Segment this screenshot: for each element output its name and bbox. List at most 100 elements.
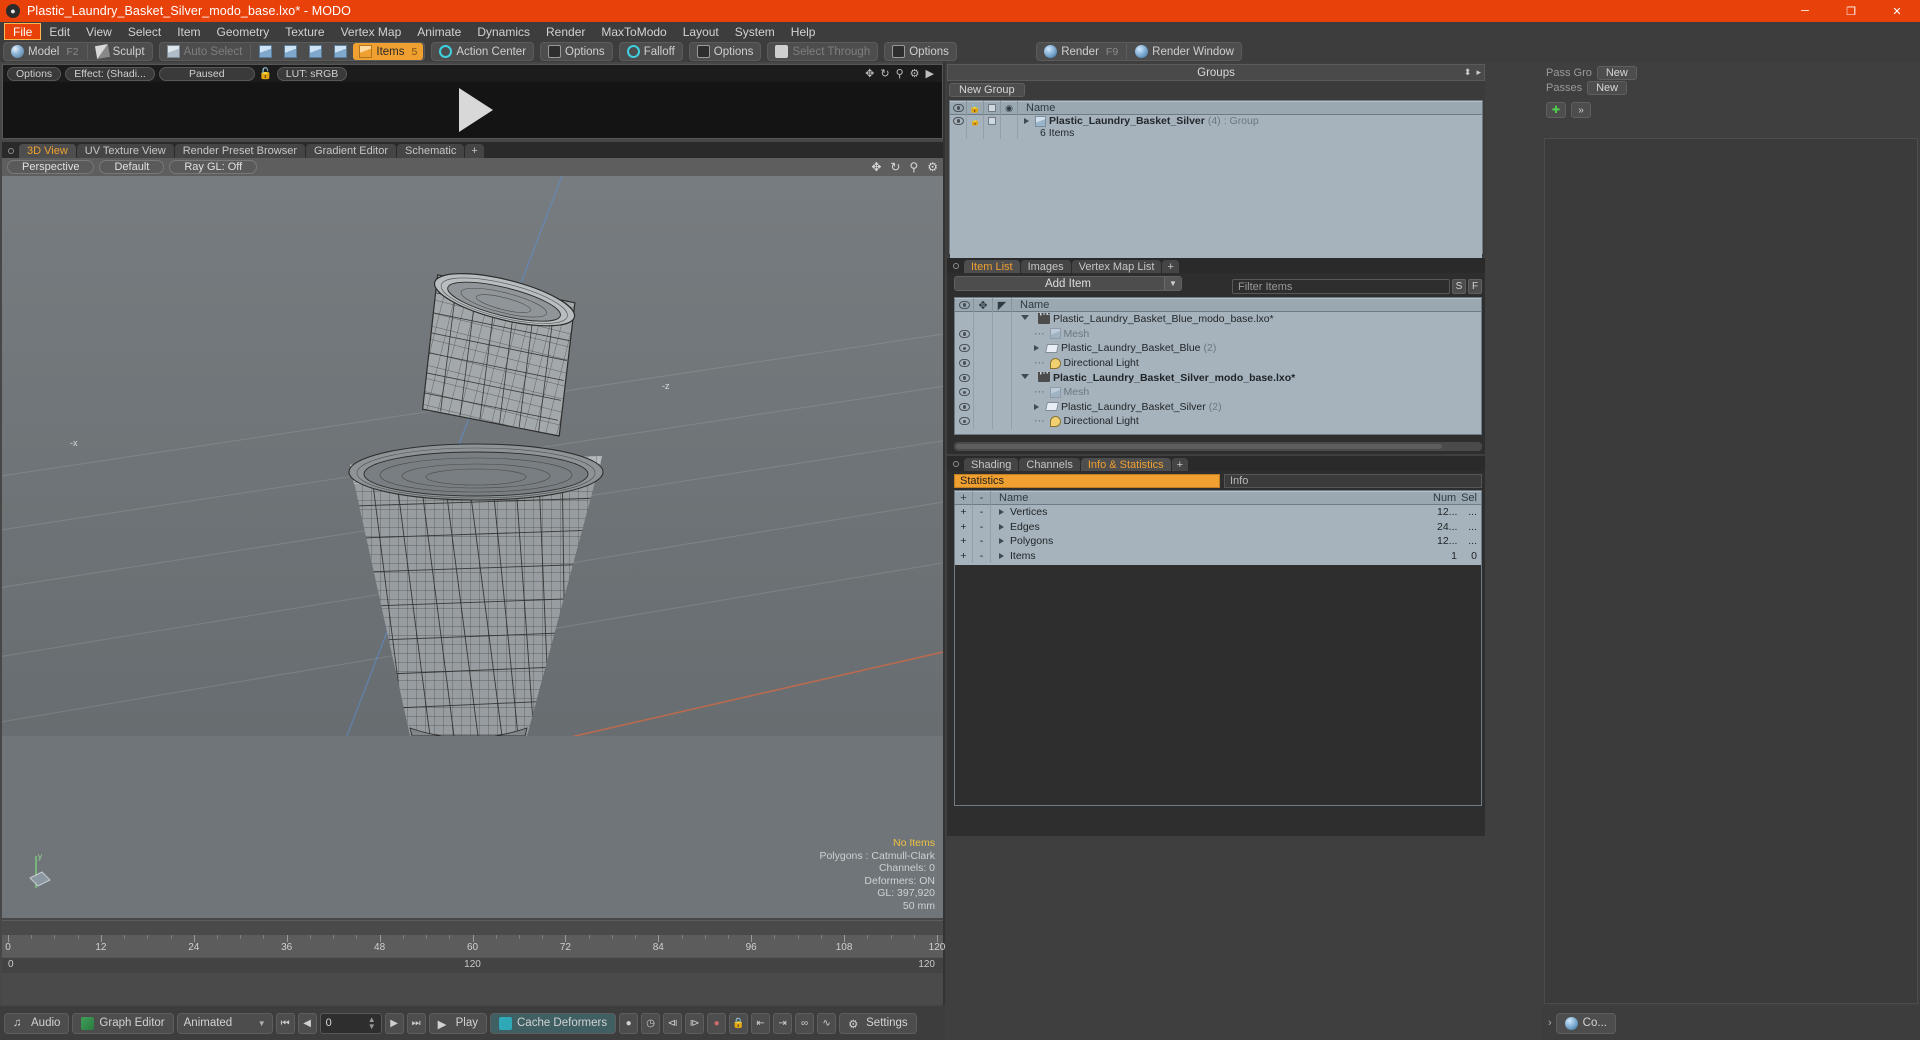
stat-minus-1[interactable]: - — [973, 519, 991, 535]
falloff-options-button[interactable]: Options — [691, 43, 760, 60]
passes-new-button[interactable]: New — [1587, 80, 1628, 95]
il-axis-1[interactable] — [993, 326, 1012, 342]
render-window-button[interactable]: Render Window — [1129, 43, 1240, 60]
key-icon[interactable]: ● — [619, 1012, 639, 1034]
menu-layout[interactable]: Layout — [675, 23, 727, 40]
collapse-triangle-icon[interactable] — [1021, 315, 1029, 323]
expand-triangle-icon[interactable] — [1034, 345, 1039, 352]
menu-texture[interactable]: Texture — [277, 23, 332, 40]
render-button[interactable]: Render F9 — [1038, 43, 1124, 60]
tab-item-list-add[interactable]: + — [1162, 260, 1179, 273]
select-through-options-button[interactable]: Options — [886, 43, 955, 60]
expand-triangle-icon[interactable] — [1024, 118, 1029, 124]
menu-item[interactable]: Item — [169, 23, 208, 40]
audio-button[interactable]: ♫ Audio — [4, 1012, 70, 1034]
il-move-4[interactable] — [974, 370, 993, 385]
preview-effect-button[interactable]: Effect: (Shadi... — [65, 66, 155, 81]
il-axis-5[interactable] — [993, 384, 1012, 400]
filter-items-input[interactable]: Filter Items — [1232, 279, 1450, 294]
move-icon[interactable]: ✥ — [865, 67, 874, 80]
il-move-6[interactable] — [974, 399, 993, 415]
table-row[interactable]: + - Polygons 12... ... — [955, 534, 1481, 549]
plus-circle-icon[interactable]: ✚ — [1546, 102, 1566, 118]
menu-view[interactable]: View — [78, 23, 120, 40]
filter-s-button[interactable]: S — [1452, 279, 1466, 294]
action-center-button[interactable]: Action Center — [433, 43, 532, 60]
il-eye-5[interactable] — [955, 384, 974, 400]
preview-lut-button[interactable]: LUT: sRGB — [276, 66, 348, 81]
il-name-5[interactable]: ⋯ Mesh — [1012, 386, 1481, 398]
viewport-search-icon[interactable]: ⚲ — [909, 160, 918, 174]
items-mode-button[interactable]: Items 5 — [353, 43, 424, 60]
material-mode-button[interactable] — [328, 43, 353, 60]
il-axis-6[interactable] — [993, 399, 1012, 415]
item-list-horizontal-scrollbar[interactable] — [954, 442, 1482, 451]
viewport-refresh-icon[interactable]: ↻ — [890, 160, 900, 174]
clock-icon[interactable]: ◷ — [641, 1012, 661, 1034]
stat-plus-3[interactable]: + — [955, 548, 973, 564]
tab-gradient-editor[interactable]: Gradient Editor — [306, 144, 396, 158]
expand-triangle-icon[interactable] — [999, 509, 1004, 516]
projection-button[interactable]: Perspective — [7, 160, 95, 174]
stat-minus-2[interactable]: - — [973, 534, 991, 549]
il-name-7[interactable]: ⋯ Directional Light — [1012, 415, 1481, 427]
il-axis-3[interactable] — [993, 355, 1012, 371]
stat-name-3[interactable]: Items — [991, 550, 1437, 562]
list-item[interactable]: Plastic_Laundry_Basket_Silver_modo_base.… — [955, 370, 1481, 385]
falloff-button[interactable]: Falloff — [621, 43, 681, 60]
unlock-icon[interactable]: 🔓 — [259, 67, 273, 81]
il-move-5[interactable] — [974, 384, 993, 400]
close-button[interactable]: ✕ — [1874, 0, 1920, 22]
panel-chevron-icon[interactable]: ▸ — [1476, 67, 1481, 78]
tab-uv-texture-view[interactable]: UV Texture View — [76, 144, 174, 158]
il-eye-7[interactable] — [955, 414, 974, 429]
list-item[interactable]: Plastic_Laundry_Basket_Blue_modo_base.lx… — [955, 312, 1481, 327]
tab-info-statistics[interactable]: Info & Statistics — [1080, 458, 1171, 471]
statistics-header-bar[interactable]: Statistics — [954, 474, 1220, 488]
stepper-arrows-icon[interactable]: ▲ ▼ — [368, 1016, 376, 1031]
expand-icon[interactable]: ⬍ — [1464, 67, 1472, 78]
list-item[interactable]: ⋯ Directional Light — [955, 355, 1481, 371]
timeline-track[interactable]: 0 120 120 — [2, 957, 943, 973]
menu-geometry[interactable]: Geometry — [209, 23, 278, 40]
table-row[interactable]: + - Edges 24... ... — [955, 519, 1481, 535]
table-row[interactable]: + - Items 1 0 — [955, 548, 1481, 564]
stat-plus-0[interactable]: + — [955, 505, 973, 520]
row-render-cell[interactable] — [1001, 115, 1018, 127]
il-axis-4[interactable] — [993, 370, 1012, 385]
il-move-2[interactable] — [974, 341, 993, 356]
tab-vertex-map-list[interactable]: Vertex Map List — [1071, 260, 1162, 273]
il-move-0[interactable] — [974, 312, 993, 327]
row-eye-cell[interactable] — [950, 115, 967, 127]
tab-3d-view[interactable]: 3D View — [19, 144, 76, 158]
timeline-ruler[interactable]: 0 12 24 36 48 60 72 84 96 108 120 — [2, 935, 945, 957]
link-icon[interactable]: ∞ — [795, 1012, 815, 1034]
list-item[interactable]: ⋯ Mesh — [955, 384, 1481, 400]
polygon-mode-button[interactable] — [303, 43, 328, 60]
menu-system[interactable]: System — [727, 23, 783, 40]
auto-select-button[interactable]: Auto Select — [161, 43, 249, 60]
passes-list-area[interactable] — [1544, 138, 1918, 1004]
animated-dropdown[interactable]: Animated ▼ — [176, 1012, 273, 1034]
il-eye-1[interactable] — [955, 326, 974, 342]
stat-minus-3[interactable]: - — [973, 548, 991, 564]
expand-triangle-icon[interactable] — [999, 538, 1004, 545]
collapse-triangle-icon[interactable] — [1021, 373, 1029, 382]
refresh-icon[interactable]: ↻ — [880, 67, 889, 80]
menu-edit[interactable]: Edit — [41, 23, 78, 40]
play-button[interactable]: ▶ Play — [428, 1012, 487, 1034]
il-eye-0[interactable] — [955, 312, 974, 327]
preview-state-button[interactable]: Paused — [158, 66, 255, 81]
edge-mode-button[interactable] — [278, 43, 303, 60]
tab-channels[interactable]: Channels — [1019, 458, 1080, 471]
model-mode-button[interactable]: Model F2 — [5, 43, 85, 60]
pass-group-new-button[interactable]: New — [1596, 65, 1637, 80]
menu-file[interactable]: File — [4, 23, 42, 40]
action-center-options-button[interactable]: Options — [542, 43, 611, 60]
sub-lock-cell[interactable] — [967, 127, 984, 139]
stat-name-1[interactable]: Edges — [991, 521, 1437, 533]
tab-item-list[interactable]: Item List — [964, 260, 1020, 273]
add-item-button[interactable]: Add Item ▼ — [954, 276, 1182, 291]
key-range-end-icon[interactable]: ⧐ — [685, 1012, 705, 1034]
il-eye-2[interactable] — [955, 341, 974, 356]
